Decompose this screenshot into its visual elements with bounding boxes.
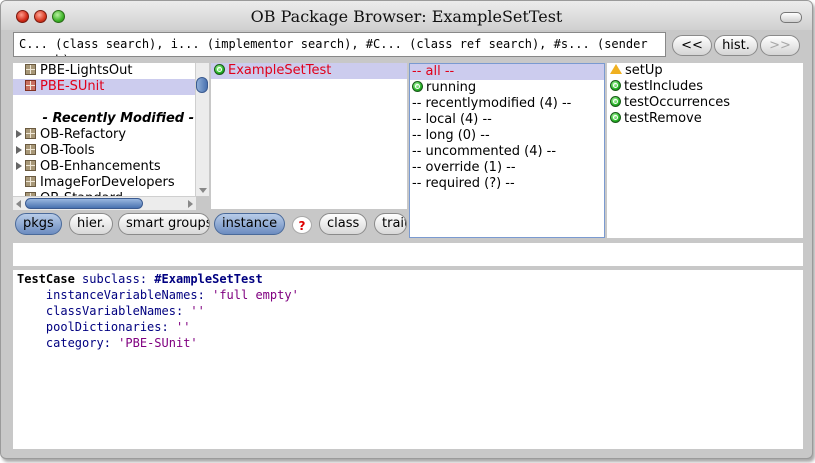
package-row[interactable]: PBE-LightsOut <box>13 63 196 79</box>
traits-button[interactable]: traits <box>374 213 407 235</box>
browser-window: OB Package Browser: ExampleSetTest C... … <box>0 0 813 459</box>
package-label: PBE-SUnit <box>40 79 105 94</box>
package-row[interactable]: OB-Refactory <box>13 127 196 143</box>
protocol-label: -- override (1) -- <box>412 160 516 175</box>
pool-dicts-value: '' <box>175 320 191 334</box>
class-symbol: #ExampleSetTest <box>154 272 263 286</box>
package-row: - Recently Modified - <box>13 111 196 127</box>
package-label: PBE-LightsOut <box>40 63 133 78</box>
class-vars-keyword: classVariableNames: <box>45 304 184 318</box>
annotation-pane[interactable] <box>13 243 803 266</box>
package-icon <box>25 176 36 187</box>
hierarchy-button[interactable]: hier. <box>69 213 114 235</box>
protocol-row[interactable]: running <box>410 80 604 96</box>
package-label: OB-Enhancements <box>40 159 161 174</box>
protocol-label: -- required (?) -- <box>412 176 515 191</box>
test-status-green-icon <box>610 96 621 107</box>
category-value: 'PBE-SUnit' <box>118 336 198 350</box>
protocol-row[interactable]: -- override (1) -- <box>410 160 604 176</box>
test-status-green-icon <box>412 81 423 92</box>
package-label: OB-Tools <box>40 143 95 158</box>
package-label: ImageForDevelopers <box>40 175 175 190</box>
protocol-list[interactable]: -- all -- running -- recentlymodified (4) … <box>409 63 605 238</box>
protocol-label: -- all -- <box>412 64 455 79</box>
horizontal-scroll-thumb[interactable] <box>25 198 143 209</box>
scroll-down-arrow-icon[interactable] <box>199 188 207 193</box>
scroll-right-arrow-icon[interactable] <box>188 200 193 208</box>
package-label: OB-Refactory <box>40 127 127 142</box>
expand-triangle-icon[interactable] <box>16 162 22 170</box>
code-editor[interactable]: TestCase subclass: #ExampleSetTest insta… <box>13 270 803 449</box>
vertical-scroll-thumb[interactable] <box>196 77 208 93</box>
help-button[interactable]: ? <box>292 216 312 234</box>
package-icon <box>25 80 36 91</box>
package-row[interactable]: PBE-SUnit <box>13 79 196 95</box>
test-status-green-icon <box>610 80 621 91</box>
package-row[interactable]: OB-Enhancements <box>13 159 196 175</box>
protocol-label: running <box>426 80 477 95</box>
protocol-label: -- local (4) -- <box>412 112 492 127</box>
category-keyword: category: <box>45 336 111 350</box>
method-label: testIncludes <box>624 79 704 94</box>
method-row[interactable]: testRemove <box>607 111 803 127</box>
method-label: setUp <box>625 63 663 78</box>
collapse-window-button[interactable] <box>780 12 802 23</box>
class-row[interactable]: ExampleSetTest <box>211 63 407 79</box>
scroll-left-arrow-icon[interactable] <box>16 200 21 208</box>
smart-groups-button[interactable]: smart groups <box>118 213 210 235</box>
history-button[interactable]: hist. <box>714 35 758 56</box>
package-list-horizontal-scrollbar[interactable] <box>13 196 196 210</box>
package-icon <box>25 160 36 171</box>
expand-triangle-icon[interactable] <box>16 130 22 138</box>
package-row[interactable]: OB-Tools <box>13 143 196 159</box>
superclass-name: TestCase <box>17 272 75 286</box>
subclass-keyword: subclass: <box>82 272 148 286</box>
protocol-row[interactable]: -- long (0) -- <box>410 128 604 144</box>
pkgs-button[interactable]: pkgs <box>15 213 62 235</box>
package-icon <box>25 144 36 155</box>
title-bar[interactable]: OB Package Browser: ExampleSetTest <box>1 1 812 30</box>
package-icon <box>25 64 36 75</box>
expand-triangle-icon[interactable] <box>16 146 22 154</box>
class-side-button[interactable]: class <box>319 213 368 235</box>
method-label: testRemove <box>624 111 702 126</box>
instance-vars-value: 'full empty' <box>212 288 299 302</box>
class-list[interactable]: ExampleSetTest <box>211 63 407 209</box>
protocol-label: -- long (0) -- <box>412 128 490 143</box>
protocol-row[interactable]: -- required (?) -- <box>410 176 604 192</box>
recently-modified-header: - Recently Modified - <box>42 111 194 126</box>
instance-button[interactable]: instance <box>214 213 286 235</box>
test-status-green-icon <box>610 112 621 123</box>
protocol-label: -- uncommented (4) -- <box>412 144 557 159</box>
back-button[interactable]: << <box>672 35 712 56</box>
protocol-label: -- recentlymodified (4) -- <box>412 96 572 111</box>
pool-dicts-keyword: poolDictionaries: <box>45 320 169 334</box>
forward-button[interactable]: >> <box>760 35 800 56</box>
method-label: testOccurrences <box>624 95 731 110</box>
method-row[interactable]: testOccurrences <box>607 95 803 111</box>
class-label: ExampleSetTest <box>228 63 332 78</box>
window-title: OB Package Browser: ExampleSetTest <box>250 7 563 26</box>
protocol-row[interactable]: -- local (4) -- <box>410 112 604 128</box>
search-field[interactable]: C... (class search), i... (implementor s… <box>13 32 666 57</box>
method-list[interactable]: setUp testIncludes testOccurrences testRemo… <box>607 63 803 238</box>
protocol-row[interactable]: -- uncommented (4) -- <box>410 144 604 160</box>
package-list[interactable]: PBE-LightsOut PBE-SUnit - Recently Modifie… <box>13 63 209 196</box>
protocol-row[interactable]: -- all -- <box>410 64 604 80</box>
instance-vars-keyword: instanceVariableNames: <box>45 288 205 302</box>
method-row[interactable]: testIncludes <box>607 79 803 95</box>
test-status-green-icon <box>214 64 225 75</box>
package-row[interactable]: ImageForDevelopers <box>13 175 196 191</box>
package-icon <box>25 128 36 139</box>
warning-triangle-icon <box>610 64 622 74</box>
method-row[interactable]: setUp <box>607 63 803 79</box>
protocol-row[interactable]: -- recentlymodified (4) -- <box>410 96 604 112</box>
class-vars-value: '' <box>190 304 205 318</box>
package-row[interactable] <box>13 95 196 111</box>
package-list-vertical-scrollbar[interactable] <box>195 63 209 196</box>
